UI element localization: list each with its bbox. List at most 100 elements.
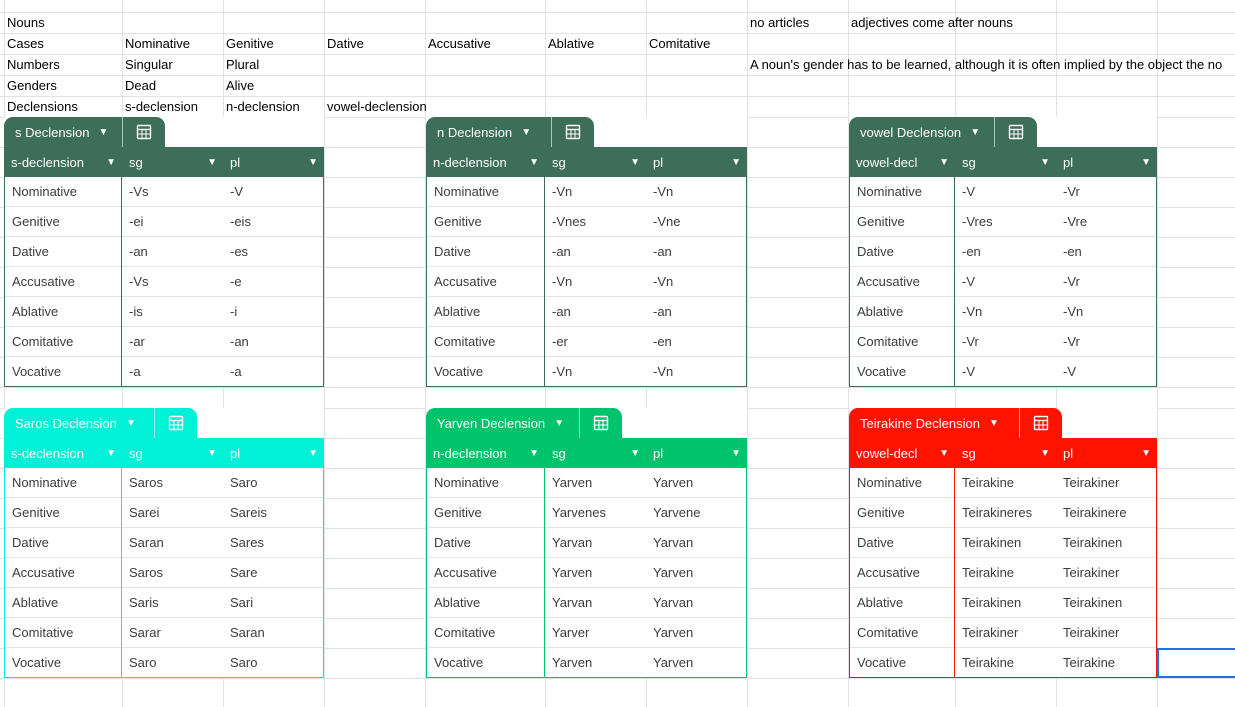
plural-cell[interactable]: -an	[646, 297, 745, 327]
plural-cell[interactable]: -Vr	[1056, 267, 1155, 297]
column-header-1[interactable]: vowel-decl ▼	[849, 147, 955, 177]
plural-cell[interactable]: Teirakiner	[1056, 558, 1155, 588]
singular-cell[interactable]: -an	[122, 237, 223, 267]
case-cell[interactable]: Vocative	[5, 648, 122, 678]
plural-cell[interactable]: Yarvene	[646, 498, 745, 528]
cell-a5[interactable]: Declensions	[4, 96, 78, 117]
case-cell[interactable]: Genitive	[850, 498, 955, 528]
plural-cell[interactable]: -Vn	[646, 357, 745, 387]
case-cell[interactable]: Comitative	[427, 327, 545, 357]
chevron-down-icon[interactable]: ▼	[986, 418, 1002, 429]
plural-cell[interactable]: Saran	[223, 618, 322, 648]
chevron-down-icon[interactable]: ▼	[106, 157, 116, 168]
cell-b5[interactable]: s-declension	[122, 96, 198, 117]
plural-cell[interactable]: Yarvan	[646, 588, 745, 618]
plural-cell[interactable]: Sare	[223, 558, 322, 588]
plural-cell[interactable]: -eis	[223, 207, 322, 237]
plural-cell[interactable]: -Vr	[1056, 327, 1155, 357]
singular-cell[interactable]: -er	[545, 327, 646, 357]
column-header-2[interactable]: sg ▼	[545, 438, 646, 468]
table-name-button[interactable]: s Declension ▼	[4, 117, 122, 147]
singular-cell[interactable]: -Vn	[545, 177, 646, 207]
case-cell[interactable]: Comitative	[850, 327, 955, 357]
singular-cell[interactable]: Yarven	[545, 648, 646, 678]
singular-cell[interactable]: Yarvan	[545, 528, 646, 558]
chevron-down-icon[interactable]: ▼	[1040, 157, 1050, 168]
column-header-1[interactable]: s-declension ▼	[4, 147, 122, 177]
singular-cell[interactable]: Yarver	[545, 618, 646, 648]
singular-cell[interactable]: -Vres	[955, 207, 1056, 237]
singular-cell[interactable]: Teirakinen	[955, 528, 1056, 558]
cell-b4[interactable]: Dead	[122, 75, 156, 96]
chevron-down-icon[interactable]: ▼	[308, 448, 318, 459]
chevron-down-icon[interactable]: ▼	[123, 418, 139, 429]
chevron-down-icon[interactable]: ▼	[529, 448, 539, 459]
chevron-down-icon[interactable]: ▼	[308, 157, 318, 168]
case-cell[interactable]: Genitive	[5, 498, 122, 528]
plural-cell[interactable]: -es	[223, 237, 322, 267]
table-tab-teirakine[interactable]: Teirakine Declension ▼	[849, 408, 1062, 438]
case-cell[interactable]: Vocative	[427, 357, 545, 387]
chevron-down-icon[interactable]: ▼	[630, 157, 640, 168]
case-cell[interactable]: Ablative	[427, 588, 545, 618]
chevron-down-icon[interactable]: ▼	[207, 157, 217, 168]
cell-a2[interactable]: Cases	[4, 33, 44, 54]
cell-b3[interactable]: Singular	[122, 54, 173, 75]
case-cell[interactable]: Accusative	[427, 267, 545, 297]
singular-cell[interactable]: Saros	[122, 558, 223, 588]
cell-h1[interactable]: no articles	[747, 12, 809, 33]
column-header-3[interactable]: pl ▼	[646, 438, 747, 468]
table-tab-vowel[interactable]: vowel Declension ▼	[849, 117, 1037, 147]
singular-cell[interactable]: -Vnes	[545, 207, 646, 237]
table-calculator-icon[interactable]	[155, 408, 197, 438]
case-cell[interactable]: Dative	[5, 528, 122, 558]
singular-cell[interactable]: Teirakine	[955, 558, 1056, 588]
plural-cell[interactable]: -a	[223, 357, 322, 387]
singular-cell[interactable]: Yarven	[545, 558, 646, 588]
singular-cell[interactable]: -V	[955, 357, 1056, 387]
plural-cell[interactable]: Teirakiner	[1056, 468, 1155, 498]
case-cell[interactable]: Accusative	[850, 267, 955, 297]
plural-cell[interactable]: Teirakine	[1056, 648, 1155, 678]
case-cell[interactable]: Accusative	[850, 558, 955, 588]
singular-cell[interactable]: -Vn	[955, 297, 1056, 327]
case-cell[interactable]: Nominative	[5, 468, 122, 498]
case-cell[interactable]: Genitive	[850, 207, 955, 237]
singular-cell[interactable]: -V	[955, 177, 1056, 207]
case-cell[interactable]: Genitive	[5, 207, 122, 237]
case-cell[interactable]: Vocative	[5, 357, 122, 387]
chevron-down-icon[interactable]: ▼	[529, 157, 539, 168]
singular-cell[interactable]: Teirakiner	[955, 618, 1056, 648]
plural-cell[interactable]: -an	[646, 237, 745, 267]
plural-cell[interactable]: Saro	[223, 468, 322, 498]
table-calculator-icon[interactable]	[580, 408, 622, 438]
chevron-down-icon[interactable]: ▼	[939, 157, 949, 168]
plural-cell[interactable]: -Vr	[1056, 177, 1155, 207]
singular-cell[interactable]: -V	[955, 267, 1056, 297]
case-cell[interactable]: Vocative	[850, 357, 955, 387]
singular-cell[interactable]: -ar	[122, 327, 223, 357]
singular-cell[interactable]: Saran	[122, 528, 223, 558]
plural-cell[interactable]: -i	[223, 297, 322, 327]
chevron-down-icon[interactable]: ▼	[939, 448, 949, 459]
case-cell[interactable]: Comitative	[427, 618, 545, 648]
column-header-2[interactable]: sg ▼	[955, 147, 1056, 177]
column-header-1[interactable]: s-declension ▼	[4, 438, 122, 468]
column-header-2[interactable]: sg ▼	[122, 438, 223, 468]
table-calculator-icon[interactable]	[552, 117, 594, 147]
cell-h3[interactable]: A noun's gender has to be learned, altho…	[747, 54, 1222, 75]
column-header-3[interactable]: pl ▼	[223, 147, 324, 177]
column-header-3[interactable]: pl ▼	[1056, 147, 1157, 177]
case-cell[interactable]: Vocative	[850, 648, 955, 678]
plural-cell[interactable]: -an	[223, 327, 322, 357]
case-cell[interactable]: Dative	[850, 528, 955, 558]
case-cell[interactable]: Ablative	[850, 588, 955, 618]
singular-cell[interactable]: Teirakine	[955, 468, 1056, 498]
case-cell[interactable]: Nominative	[427, 177, 545, 207]
plural-cell[interactable]: Teirakiner	[1056, 618, 1155, 648]
cell-c2[interactable]: Genitive	[223, 33, 274, 54]
cell-f2[interactable]: Ablative	[545, 33, 594, 54]
singular-cell[interactable]: -Vr	[955, 327, 1056, 357]
case-cell[interactable]: Comitative	[850, 618, 955, 648]
plural-cell[interactable]: Yarven	[646, 468, 745, 498]
